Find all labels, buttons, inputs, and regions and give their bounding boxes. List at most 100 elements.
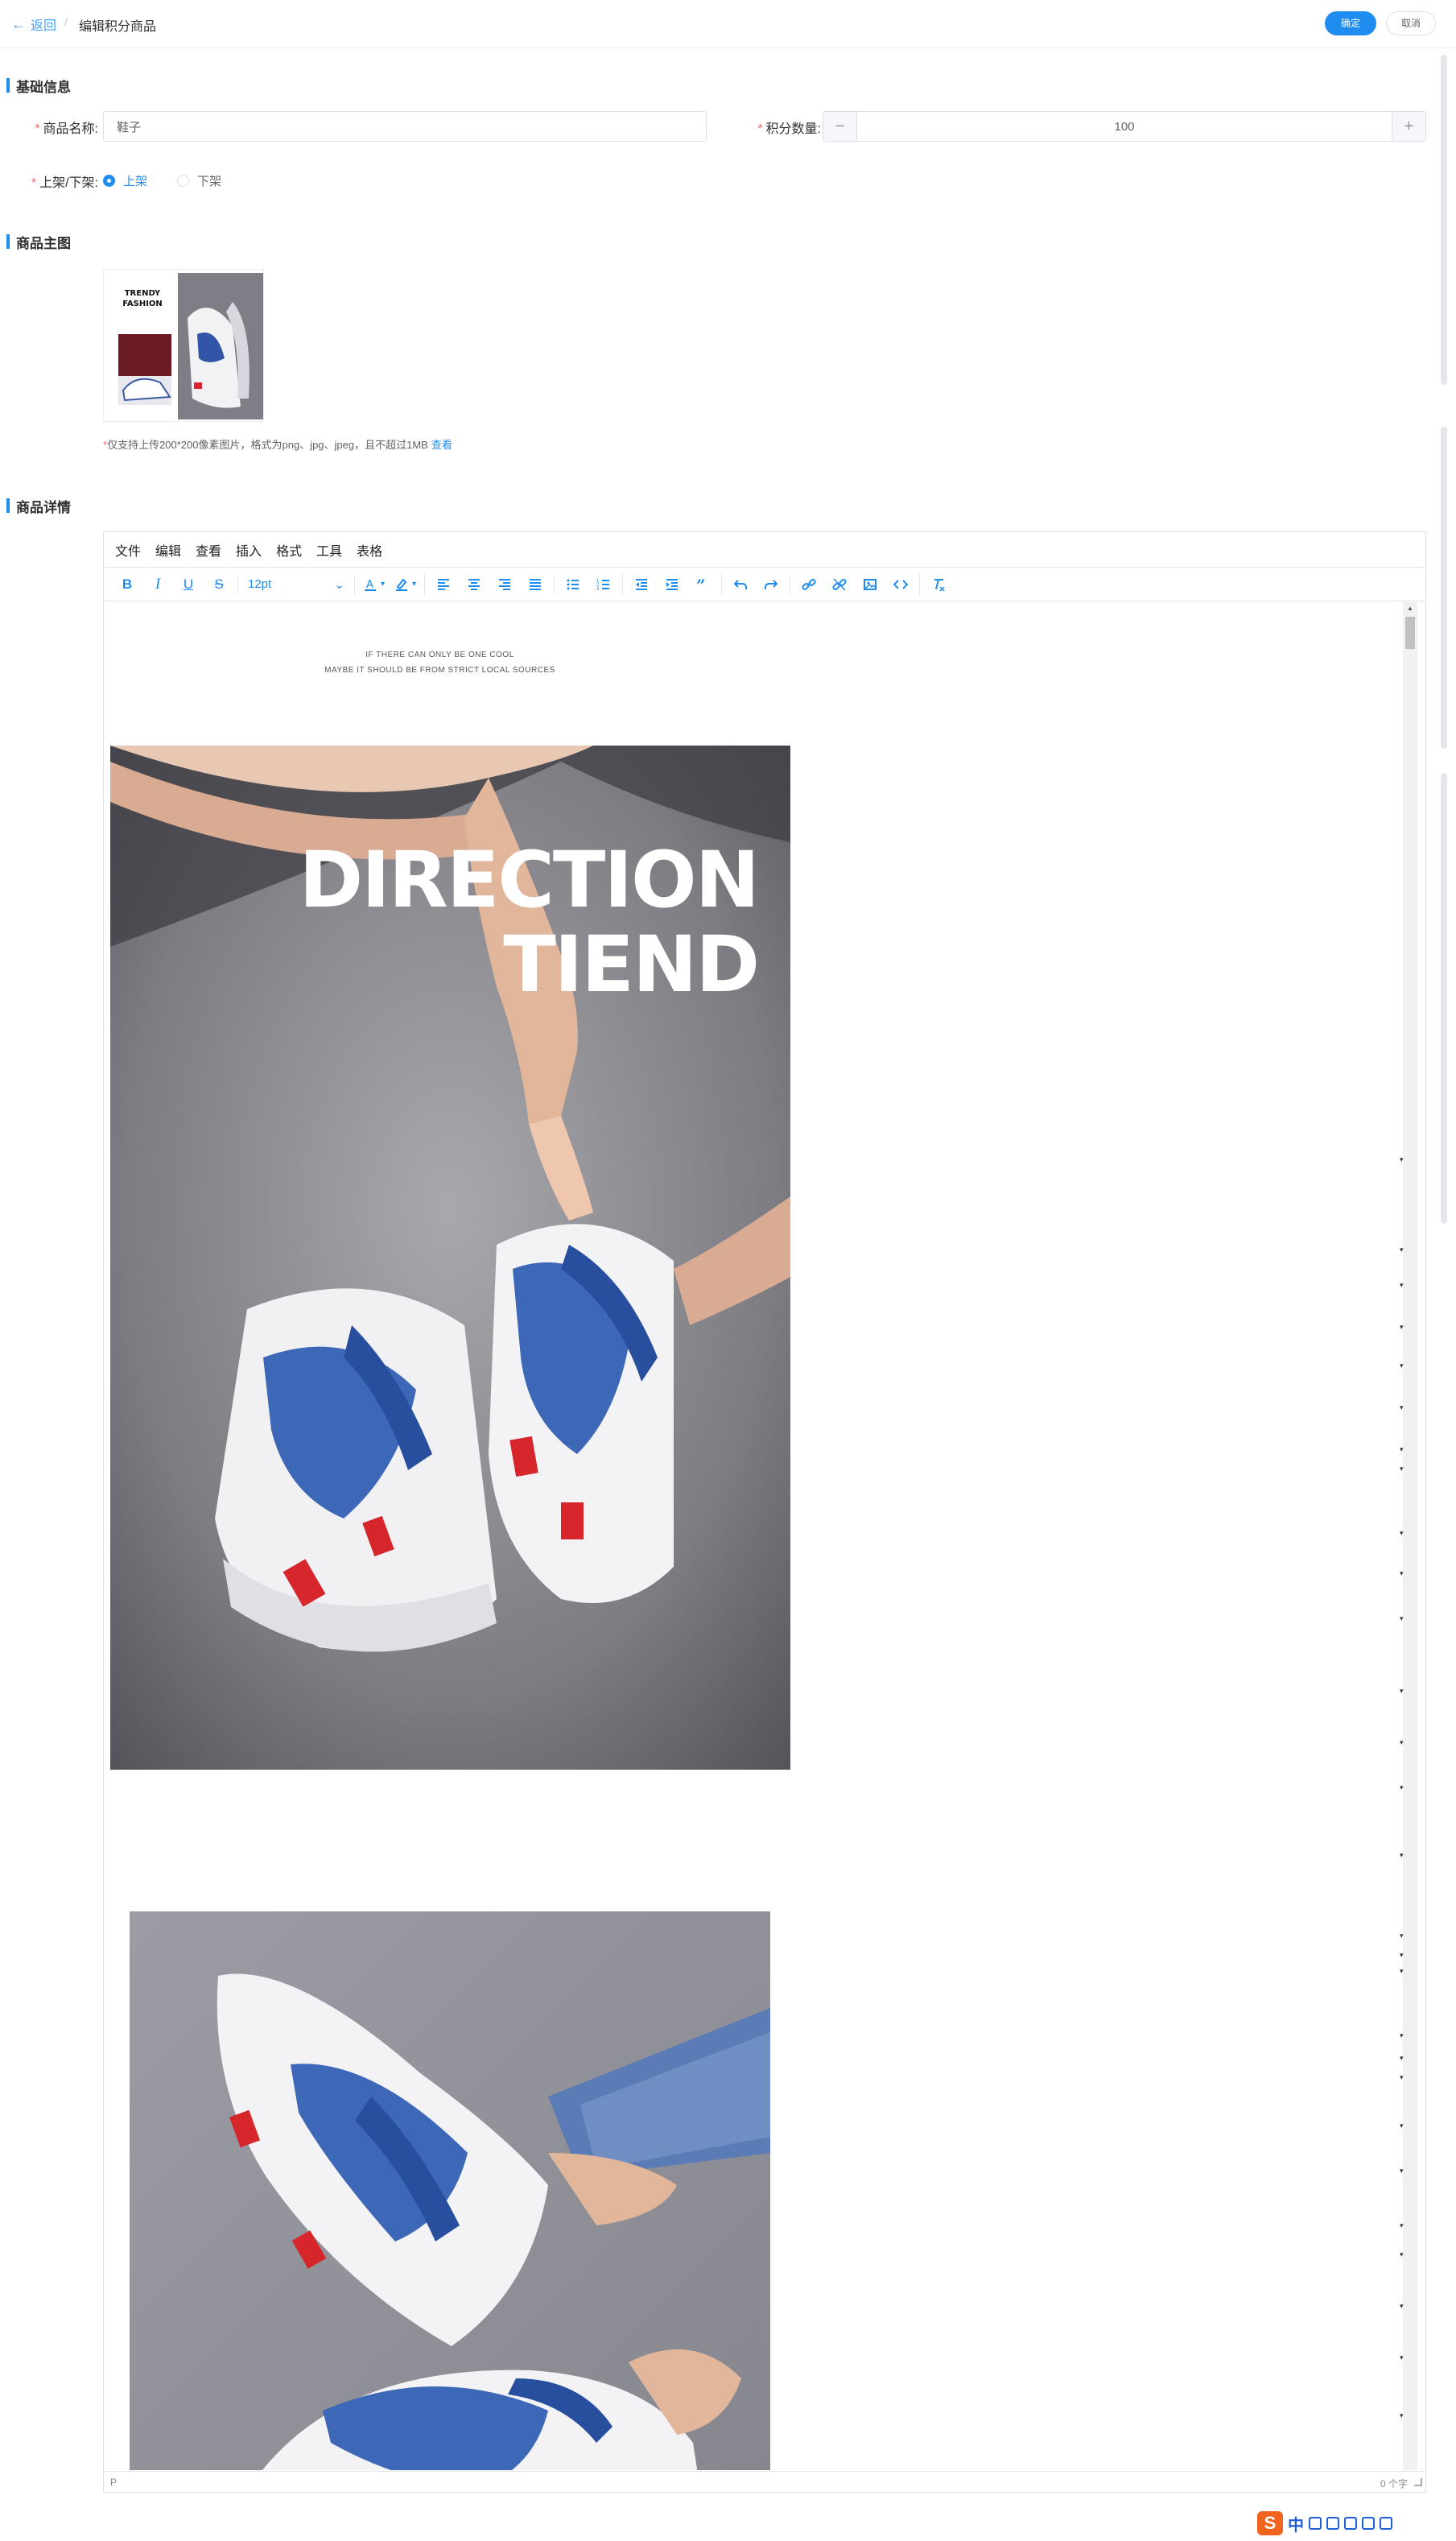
insert-link-button[interactable] <box>794 572 824 597</box>
points-value[interactable]: 100 <box>857 112 1392 141</box>
product-thumbnail-image: TRENDY FASHION <box>104 270 263 421</box>
unlink-button[interactable] <box>824 572 855 597</box>
confirm-button[interactable]: 确定 <box>1325 11 1376 35</box>
menu-format[interactable]: 格式 <box>276 540 302 560</box>
scroll-marker-icon: ▾ <box>1400 1465 1404 1473</box>
scroll-marker-icon: ▾ <box>1400 2221 1404 2229</box>
detail-photo-1[interactable]: DIRECTION TIEND <box>110 746 790 1770</box>
bold-button[interactable]: B <box>112 572 142 597</box>
scroll-marker-icon: ▾ <box>1400 1687 1404 1695</box>
scroll-marker-icon: ▾ <box>1400 1155 1404 1163</box>
decrease-button[interactable]: − <box>823 112 857 141</box>
menu-file[interactable]: 文件 <box>115 540 141 560</box>
page-scrollbar-thumb[interactable] <box>1441 55 1447 385</box>
insert-image-button[interactable] <box>855 572 885 597</box>
name-input[interactable]: 鞋子 <box>103 111 707 142</box>
section-basic-info: 基础信息 <box>6 77 71 95</box>
scroll-marker-icon: ▾ <box>1400 1738 1404 1746</box>
undo-button[interactable] <box>725 572 756 597</box>
scroll-marker-icon: ▾ <box>1400 2353 1404 2361</box>
section-main-image: 商品主图 <box>6 233 71 251</box>
clear-format-button[interactable] <box>923 572 954 597</box>
redo-button[interactable] <box>756 572 786 597</box>
ime-chinese-mode-icon[interactable]: 中 <box>1288 2512 1304 2535</box>
scroll-up-icon[interactable]: ▲ <box>1407 605 1413 612</box>
italic-button[interactable]: I <box>142 572 173 597</box>
toolbar-divider <box>554 573 555 595</box>
bullet-list-button[interactable] <box>558 572 588 597</box>
align-right-button[interactable] <box>489 572 520 597</box>
svg-text:3: 3 <box>596 587 600 592</box>
editor-scrollbar-thumb[interactable] <box>1405 617 1415 649</box>
radio-off-shelf[interactable]: 下架 <box>177 172 221 189</box>
menu-edit[interactable]: 编辑 <box>155 540 181 560</box>
editor-scrollbar[interactable]: ▲ <box>1403 602 1417 2470</box>
thumb-logo-line1: TRENDY <box>125 289 161 298</box>
word-count: 0 个字 <box>1380 2478 1408 2489</box>
scroll-marker-icon: ▾ <box>1400 1361 1404 1370</box>
section-title: 商品详情 <box>16 499 71 515</box>
text-color-button[interactable]: A ▾ <box>358 577 390 592</box>
align-center-button[interactable] <box>459 572 489 597</box>
toolbar-divider <box>919 573 921 595</box>
arrow-left-icon: ← <box>11 15 26 32</box>
editor-content[interactable]: IF THERE CAN ONLY BE ONE COOL MAYBE IT S… <box>104 602 1403 2470</box>
ime-voice-icon[interactable] <box>1326 2517 1339 2530</box>
scroll-marker-icon: ▾ <box>1400 1851 1404 1859</box>
section-title: 基础信息 <box>16 79 71 95</box>
numbered-list-button[interactable]: 123 <box>588 572 619 597</box>
menu-table[interactable]: 表格 <box>357 540 382 560</box>
rich-text-editor: 文件 编辑 查看 插入 格式 工具 表格 B I U S 12pt ⌄ A ▾ … <box>103 531 1426 2493</box>
unlink-icon <box>832 577 847 591</box>
section-accent-bar <box>6 78 10 93</box>
toolbar-divider <box>424 573 426 595</box>
numbered-list-icon: 123 <box>596 579 610 592</box>
view-link[interactable]: 查看 <box>431 439 452 451</box>
blockquote-button[interactable]: ” <box>687 572 718 597</box>
redo-icon <box>765 579 778 589</box>
chevron-down-icon: ▾ <box>381 580 386 589</box>
clear-format-icon <box>934 578 945 592</box>
source-code-button[interactable] <box>885 572 916 597</box>
back-link[interactable]: ← 返回 <box>11 14 56 34</box>
scroll-marker-icon: ▾ <box>1400 1281 1404 1289</box>
ime-skin-icon[interactable] <box>1362 2517 1375 2530</box>
cancel-button[interactable]: 取消 <box>1386 11 1436 35</box>
points-label: * 积分数量: <box>757 122 821 136</box>
underline-button[interactable]: U <box>173 572 204 597</box>
ime-keyboard-icon[interactable] <box>1344 2517 1357 2530</box>
element-path[interactable]: P <box>110 2477 117 2488</box>
menu-view[interactable]: 查看 <box>196 540 221 560</box>
image-icon <box>864 578 877 590</box>
highlight-color-button[interactable]: ▾ <box>390 577 421 592</box>
main-image-thumbnail[interactable]: TRENDY FASHION <box>103 269 264 422</box>
scroll-marker-icon: ▾ <box>1400 1323 1404 1331</box>
outdent-button[interactable] <box>626 572 657 597</box>
radio-dot <box>103 175 115 187</box>
link-icon <box>802 578 816 590</box>
align-justify-button[interactable] <box>520 572 551 597</box>
radio-on-shelf[interactable]: 上架 <box>103 172 147 189</box>
increase-button[interactable]: + <box>1392 112 1425 141</box>
strikethrough-button[interactable]: S <box>204 572 234 597</box>
resize-handle-icon[interactable] <box>1414 2478 1422 2486</box>
align-left-button[interactable] <box>428 572 459 597</box>
svg-text:A: A <box>366 579 373 591</box>
font-size-select[interactable]: 12pt ⌄ <box>241 572 351 597</box>
scroll-marker-icon: ▾ <box>1400 2302 1404 2310</box>
editor-toolbar: B I U S 12pt ⌄ A ▾ ▾ 123 ” <box>104 568 1425 601</box>
page-scrollbar[interactable] <box>1441 48 1447 1256</box>
ime-emoji-icon[interactable] <box>1309 2517 1322 2530</box>
section-accent-bar <box>6 498 10 513</box>
ime-logo-icon[interactable]: S <box>1257 2511 1283 2535</box>
points-stepper[interactable]: − 100 + <box>823 111 1426 142</box>
detail-photo-2[interactable] <box>130 1911 770 2470</box>
ime-tools-icon[interactable] <box>1380 2517 1392 2530</box>
indent-button[interactable] <box>657 572 687 597</box>
back-label: 返回 <box>31 19 57 33</box>
indent-icon <box>666 578 679 590</box>
menu-tools[interactable]: 工具 <box>316 540 342 560</box>
upload-hint: *仅支持上传200*200像素图片，格式为png、jpg、jpeg，且不超过1M… <box>103 439 452 451</box>
scroll-marker-icon: ▾ <box>1400 1967 1404 1975</box>
menu-insert[interactable]: 插入 <box>236 540 262 560</box>
